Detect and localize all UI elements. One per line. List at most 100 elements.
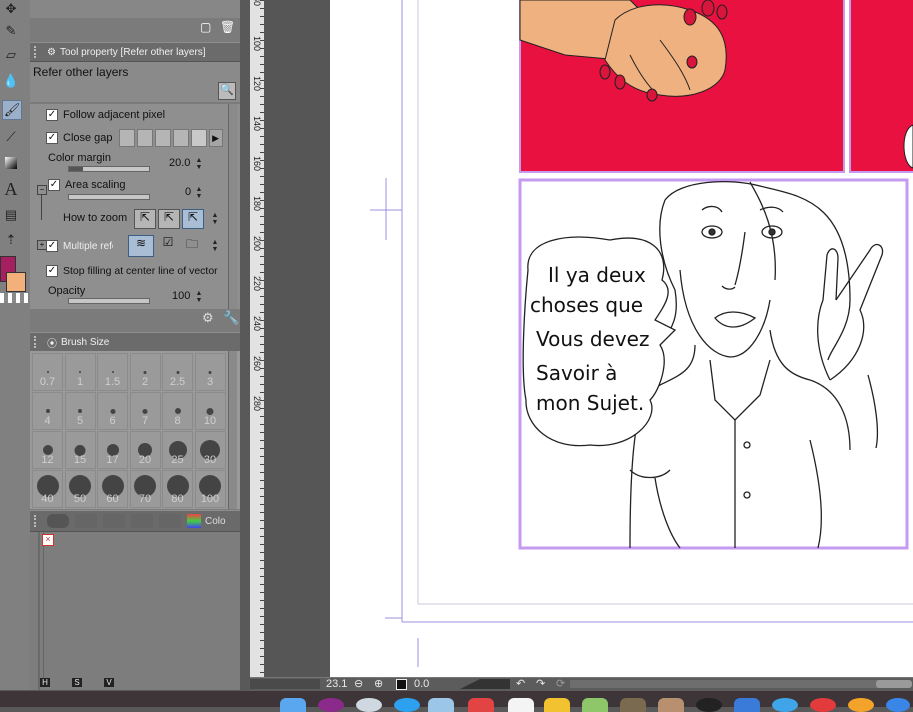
brush-size-cell[interactable]: 3	[194, 353, 226, 391]
zoom-out-icon[interactable]: ⊖	[354, 677, 363, 690]
brush-size-cell[interactable]: 60	[97, 470, 128, 508]
approximate-color-tab-icon[interactable]	[103, 514, 125, 528]
trash-icon[interactable]: 🗑	[220, 20, 235, 34]
color-history-tab-icon[interactable]	[159, 514, 181, 528]
app-dock-icon-5[interactable]	[696, 698, 722, 712]
rotate-right-icon[interactable]: ↷	[536, 677, 545, 690]
area-scaling-value[interactable]: 0	[185, 186, 191, 198]
color-margin-stepper[interactable]: ▲ ▼	[194, 157, 204, 171]
app-dock-icon-1[interactable]	[318, 698, 344, 712]
app-dock-icon-7[interactable]	[772, 698, 798, 712]
refer-layer-folder-icon[interactable]: 🗀	[182, 235, 202, 255]
close-icon[interactable]: ×	[42, 534, 54, 546]
close-gap-level-5[interactable]	[190, 129, 207, 147]
refer-all-layers-icon[interactable]: ≋	[128, 235, 154, 257]
brush-size-cell[interactable]: 30	[194, 431, 226, 469]
zoom-mode-1-icon[interactable]: ⇱	[134, 209, 156, 229]
close-gap-checkbox[interactable]: ✓	[46, 132, 58, 144]
operation-icon[interactable]: ⇡	[2, 231, 20, 249]
brush-size-cell[interactable]: 20	[129, 431, 161, 469]
color-margin-value[interactable]: 20.0	[169, 157, 190, 169]
search-icon[interactable]: 🔍	[218, 82, 236, 100]
close-gap-row[interactable]: ✓ Close gap ▶	[34, 127, 228, 149]
stickies-dock-icon[interactable]	[544, 698, 570, 712]
brush-size-cell[interactable]: 100	[194, 470, 226, 508]
color-slider-tab-icon[interactable]	[187, 514, 201, 528]
refer-selected-layers-icon[interactable]: ☑	[158, 235, 178, 255]
tool-property-scrollbar[interactable]	[228, 104, 237, 309]
close-gap-level-1[interactable]	[118, 129, 135, 147]
app-dock-icon-10[interactable]	[886, 698, 910, 712]
app-dock-icon-4[interactable]	[658, 698, 684, 712]
zoom-value[interactable]: 23.1	[326, 678, 347, 690]
photos-dock-icon[interactable]	[582, 698, 608, 712]
area-scaling-checkbox[interactable]: ✓	[48, 179, 60, 191]
opacity-slider[interactable]	[68, 298, 150, 304]
pen-icon[interactable]: ✎	[2, 22, 20, 40]
safari-dock-icon[interactable]	[394, 698, 420, 712]
brush-size-cell[interactable]: 1.5	[97, 353, 128, 391]
brush-size-cell[interactable]: 7	[129, 392, 161, 430]
transparent-color-swatch[interactable]	[0, 293, 28, 303]
brush-size-cell[interactable]: 40	[32, 470, 63, 508]
brush-size-cell[interactable]: 50	[64, 470, 96, 508]
brush-size-cell[interactable]: 80	[162, 470, 193, 508]
brush-size-cell[interactable]: 2.5	[162, 353, 193, 391]
brush-icon[interactable]: ⟋	[2, 128, 20, 146]
chevron-right-icon[interactable]: ▶	[208, 129, 223, 147]
mail-dock-icon[interactable]	[428, 698, 454, 712]
horizontal-scrollbar[interactable]	[570, 680, 880, 688]
color-wheel-tab-icon[interactable]	[47, 514, 69, 528]
multiple-refer-checkbox[interactable]: ✓	[46, 240, 58, 252]
gradient-icon[interactable]	[2, 154, 20, 172]
fit-page-icon[interactable]	[396, 679, 407, 690]
area-scaling-stepper[interactable]: ▲ ▼	[194, 186, 204, 200]
brush-size-cell[interactable]: 70	[129, 470, 161, 508]
color-set-tab-icon[interactable]	[131, 514, 153, 528]
opacity-stepper[interactable]: ▲ ▼	[194, 290, 204, 304]
rotate-left-icon[interactable]: ↶	[516, 677, 525, 690]
brush-size-header[interactable]: ⦿ Brush Size	[30, 332, 240, 352]
horizontal-scroll-thumb[interactable]	[876, 680, 912, 688]
fill-bucket-icon[interactable]: 🖌	[2, 100, 22, 120]
brush-size-cell[interactable]: 25	[162, 431, 193, 469]
brush-size-cell[interactable]: 12	[32, 431, 63, 469]
brush-size-cell[interactable]: 1	[64, 353, 96, 391]
brush-size-cell[interactable]: 8	[162, 392, 193, 430]
brush-size-cell[interactable]: 10	[194, 392, 226, 430]
brush-size-cell[interactable]: 17	[97, 431, 128, 469]
text-icon[interactable]: A	[2, 179, 20, 199]
app-dock-icon-9[interactable]	[848, 698, 874, 712]
finder-dock-icon[interactable]	[280, 698, 306, 712]
rotation-slider[interactable]	[460, 679, 510, 689]
zoom-in-icon[interactable]: ⊕	[374, 677, 383, 690]
area-scaling-slider[interactable]	[68, 194, 150, 200]
wrench-icon[interactable]: 🔧	[223, 310, 239, 326]
notes-dock-icon[interactable]	[508, 698, 534, 712]
intermediate-color-tab-icon[interactable]	[75, 514, 97, 528]
brush-size-cell[interactable]: 5	[64, 392, 96, 430]
brush-size-cell[interactable]: 15	[64, 431, 96, 469]
ruler-icon[interactable]: ▤	[2, 206, 20, 224]
stop-filling-row[interactable]: ✓ Stop filling at center line of vector	[34, 260, 228, 282]
brush-size-scrollbar[interactable]	[228, 351, 237, 509]
brush-size-cell[interactable]: 0.7	[32, 353, 63, 391]
zoom-mode-stepper[interactable]: ▲ ▼	[210, 212, 220, 226]
close-gap-level-3[interactable]	[154, 129, 171, 147]
stop-filling-checkbox[interactable]: ✓	[46, 265, 58, 277]
grip-icon[interactable]	[34, 515, 44, 527]
close-gap-level-2[interactable]	[136, 129, 153, 147]
follow-adjacent-checkbox[interactable]: ✓	[46, 109, 58, 121]
color-margin-slider[interactable]	[68, 166, 150, 172]
zoom-mode-2-icon[interactable]: ⇱	[158, 209, 180, 229]
follow-adjacent-row[interactable]: ✓ Follow adjacent pixel	[34, 104, 228, 126]
tool-property-header[interactable]: ⚙ Tool property [Refer other layers]	[30, 42, 240, 62]
new-page-icon[interactable]: ▢	[200, 20, 214, 34]
fill-icon[interactable]: 💧	[2, 72, 20, 90]
grip-icon[interactable]	[34, 336, 44, 348]
grip-icon[interactable]	[34, 46, 44, 58]
reset-rotation-icon[interactable]: ⟳	[556, 677, 565, 690]
close-gap-level-4[interactable]	[172, 129, 189, 147]
rotation-value[interactable]: 0.0	[414, 678, 429, 690]
zoom-mode-3-icon[interactable]: ⇱	[182, 209, 204, 229]
